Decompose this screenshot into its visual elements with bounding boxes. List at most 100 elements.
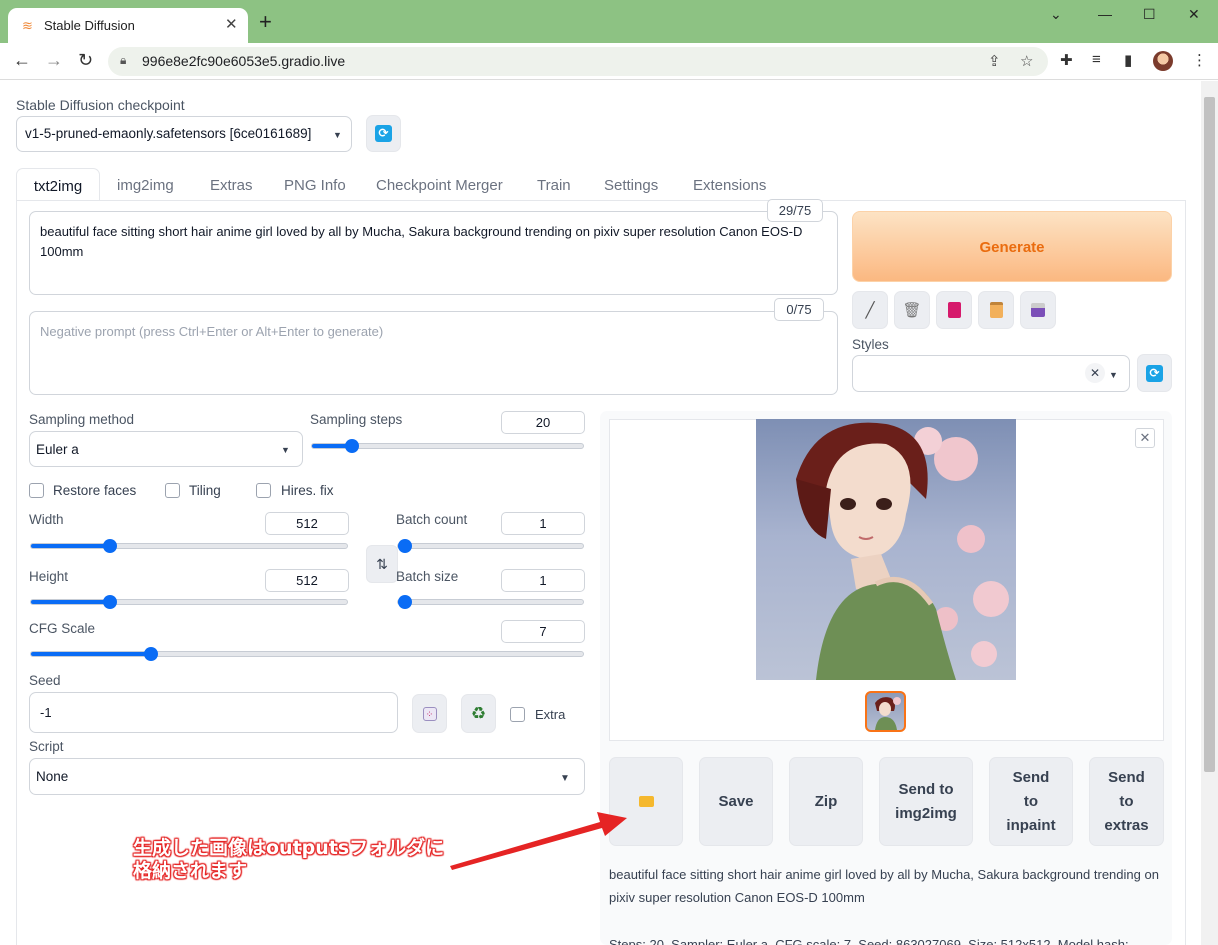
slider-thumb[interactable] [398,539,412,553]
tab-extensions[interactable]: Extensions [693,168,766,201]
more-menu-icon[interactable]: ⋮ [1192,51,1207,69]
share-icon[interactable]: ⇪ [988,52,1001,70]
gallery-thumbnail[interactable] [865,691,906,732]
maximize-icon[interactable]: ☐ [1143,6,1156,23]
batch-size-input[interactable]: 1 [501,569,585,592]
save-style-button[interactable] [1020,291,1056,329]
styles-select[interactable]: ✕ ▼ [852,355,1130,392]
swap-dimensions-button[interactable]: ⇅ [366,545,398,583]
extensions-puzzle-icon[interactable]: ✚ [1060,51,1073,69]
script-select[interactable]: None ▼ [29,758,585,795]
width-input[interactable]: 512 [265,512,349,535]
checkpoint-select[interactable]: v1-5-pruned-emaonly.safetensors [6ce0161… [16,116,352,152]
sampling-steps-slider[interactable] [311,439,584,453]
reuse-seed-button[interactable]: ♻ [461,694,496,733]
slider-thumb[interactable] [398,595,412,609]
trash-icon: 🗑︎ [902,302,922,319]
slider-thumb[interactable] [103,595,117,609]
sampling-method-select[interactable]: Euler a ▼ [29,431,303,467]
prompt-token-counter: 29/75 [767,199,823,222]
gallery-close-icon[interactable]: ✕ [1135,428,1155,448]
extra-networks-button[interactable] [936,291,972,329]
page-scrollbar-thumb[interactable] [1204,97,1215,772]
bookmark-star-icon[interactable]: ☆ [1020,52,1033,70]
send-to-img2img-button[interactable]: Send to img2img [879,757,973,846]
tab-txt2img[interactable]: txt2img [16,168,100,201]
script-value: None [36,769,69,784]
send-to-extras-button[interactable]: Send to extras [1089,757,1164,846]
refresh-checkpoints-button[interactable]: ⟳ [366,115,401,152]
chevron-down-icon: ▼ [560,773,570,784]
tiling-label: Tiling [189,483,221,498]
profile-avatar[interactable] [1153,51,1173,71]
forward-icon[interactable]: → [45,50,63,70]
floppy-disk-icon [1031,303,1045,317]
paste-prompt-button[interactable] [978,291,1014,329]
cfg-scale-input[interactable]: 7 [501,620,585,643]
thumbnail-artwork [875,697,901,730]
chevron-down-icon: ▼ [333,130,342,140]
reload-icon[interactable]: ↻ [78,50,93,70]
random-seed-button[interactable]: ⁘ [412,694,447,733]
restore-faces-checkbox[interactable] [29,483,44,498]
tiling-checkbox[interactable] [165,483,180,498]
negative-prompt-textarea[interactable]: Negative prompt (press Ctrl+Enter or Alt… [29,311,838,395]
clear-prompt-button[interactable]: 🗑︎ [894,291,930,329]
zip-button[interactable]: Zip [789,757,863,846]
slider-thumb[interactable] [103,539,117,553]
script-label: Script [29,739,64,754]
tab-train[interactable]: Train [537,168,571,201]
media-queue-icon[interactable]: ≡ [1092,51,1101,68]
open-folder-button[interactable] [609,757,683,846]
negative-token-counter: 0/75 [774,298,824,321]
new-tab-icon[interactable]: + [259,11,272,33]
slider-thumb[interactable] [345,439,359,453]
batch-count-input[interactable]: 1 [501,512,585,535]
height-slider[interactable] [30,595,348,609]
prompt-textarea[interactable]: beautiful face sitting short hair anime … [29,211,838,295]
annotation-callout: 生成した画像はoutputsフォルダに 格納されます [133,837,444,883]
save-button[interactable]: Save [699,757,773,846]
side-panel-icon[interactable]: ▮ [1124,51,1132,69]
tab-img2img[interactable]: img2img [117,168,174,201]
pencil-icon: ╱ [865,302,875,319]
url-text[interactable]: 996e8e2fc90e6053e5.gradio.live [142,53,345,69]
folder-icon [638,796,654,807]
checkpoint-label: Stable Diffusion checkpoint [16,97,185,113]
refresh-styles-button[interactable]: ⟳ [1137,354,1172,392]
height-input[interactable]: 512 [265,569,349,592]
slider-thumb[interactable] [144,647,158,661]
tab-png-info[interactable]: PNG Info [284,168,346,201]
extra-seed-checkbox[interactable] [510,707,525,722]
tab-close-icon[interactable]: ✕ [225,15,238,33]
window-close-icon[interactable]: ✕ [1188,6,1200,23]
tab-extras[interactable]: Extras [210,168,253,201]
recycle-icon: ♻ [470,703,487,723]
send-to-img2img-line1: Send to [898,780,954,798]
send-to-inpaint-line2: to [1023,792,1039,810]
sampling-steps-input[interactable]: 20 [501,411,585,434]
tab-search-chevron-icon[interactable]: ⌄ [1050,6,1062,23]
tab-settings[interactable]: Settings [604,168,658,201]
hires-fix-checkbox[interactable] [256,483,271,498]
batch-count-slider[interactable] [397,539,584,553]
output-prompt-info: beautiful face sitting short hair anime … [609,867,1159,905]
slider-fill [31,600,110,604]
back-icon[interactable]: ← [13,50,31,70]
generated-image[interactable] [756,419,1016,680]
address-bar[interactable]: 🔒︎ 996e8e2fc90e6053e5.gradio.live ⇪ ☆ [108,47,1048,76]
dice-icon: ⁘ [422,706,437,721]
seed-input[interactable]: -1 [29,692,398,733]
cfg-scale-slider[interactable] [30,647,584,661]
seed-label: Seed [29,673,61,688]
minimize-icon[interactable]: — [1098,6,1112,22]
interrogate-button[interactable]: ╱ [852,291,888,329]
batch-size-slider[interactable] [397,595,584,609]
clear-icon[interactable]: ✕ [1085,363,1105,383]
send-to-inpaint-button[interactable]: Send to inpaint [989,757,1073,846]
prompt-text: beautiful face sitting short hair anime … [40,224,803,259]
tab-checkpoint-merger[interactable]: Checkpoint Merger [376,168,503,201]
generate-button[interactable]: Generate [852,211,1172,282]
browser-tab[interactable]: ≋ Stable Diffusion ✕ [8,8,248,43]
width-slider[interactable] [30,539,348,553]
